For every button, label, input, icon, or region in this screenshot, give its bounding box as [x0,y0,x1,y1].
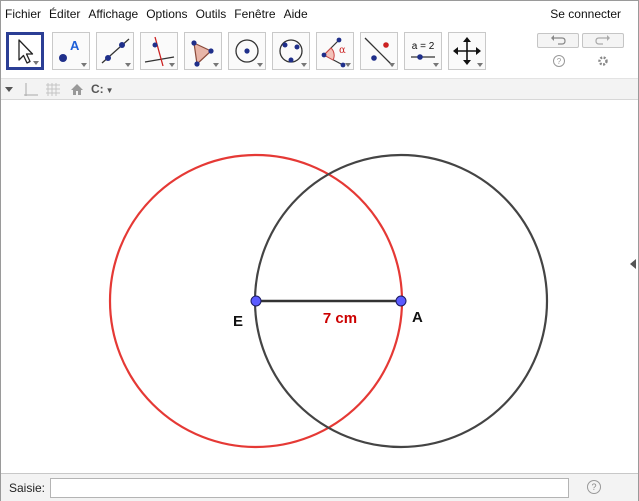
undo-button[interactable] [537,33,579,48]
input-field[interactable] [50,478,569,498]
dropdown-triangle-icon [345,63,351,67]
tool-polygon[interactable] [184,32,222,70]
menu-editer[interactable]: Éditer [45,1,84,28]
tool-circle-three-points[interactable] [272,32,310,70]
menu-aide[interactable]: Aide [280,1,312,28]
chevron-down-icon: ▼ [105,86,114,95]
gear-icon[interactable] [596,54,610,68]
menu-fenetre[interactable]: Fenêtre [230,1,279,28]
tool-slider[interactable]: a = 2 [404,32,442,70]
point-a[interactable] [395,295,407,307]
menu-outils[interactable]: Outils [192,1,231,28]
graphics-canvas[interactable]: E A 7 cm [1,101,638,472]
grid-icon[interactable] [45,82,61,97]
axes-icon[interactable] [23,82,39,97]
tool-reflect[interactable] [360,32,398,70]
tool-angle[interactable]: α [316,32,354,70]
tool-move-graphics[interactable] [448,32,486,70]
dropdown-triangle-icon [213,63,219,67]
dropdown-triangle-icon [433,63,439,67]
input-help-icon[interactable]: ? [587,480,601,494]
dropdown-triangle-icon [257,63,263,67]
input-bar: Saisie: ? [1,473,638,501]
input-label: Saisie: [9,481,46,495]
point-capturing-label: C: [91,82,104,96]
undo-icon [551,35,566,45]
dropdown-triangle-icon [477,63,483,67]
toolbar: A α a = 2 ? [1,28,638,78]
point-tool-label: A [70,38,80,53]
angle-tool-label: α [339,45,346,56]
point-a-label: A [412,309,423,326]
segment-length-label: 7 cm [323,310,357,327]
tool-perpendicular[interactable] [140,32,178,70]
point-capturing-dropdown[interactable]: C: ▼ [91,82,123,97]
tool-point[interactable]: A [52,32,90,70]
tool-move[interactable] [6,32,44,70]
dropdown-triangle-icon [301,63,307,67]
menu-options[interactable]: Options [142,1,191,28]
tool-circle-center[interactable] [228,32,266,70]
point-e[interactable] [250,295,262,307]
point-e-label: E [233,313,243,330]
toggle-side-panel-icon[interactable] [630,259,636,269]
svg-text:?: ? [557,57,562,66]
graphics-style-bar: C: ▼ [1,78,638,100]
menubar: Fichier Éditer Affichage Options Outils … [1,1,638,28]
menu-affichage[interactable]: Affichage [84,1,142,28]
signin-link[interactable]: Se connecter [550,1,621,28]
graphics-view[interactable]: E A 7 cm [1,101,638,472]
redo-icon [595,35,610,45]
tool-line[interactable] [96,32,134,70]
help-icon[interactable]: ? [552,54,566,68]
dropdown-triangle-icon [389,63,395,67]
dropdown-triangle-icon [125,63,131,67]
dropdown-triangle-icon [81,63,87,67]
toggle-style-bar-icon[interactable] [4,82,14,97]
menu-fichier[interactable]: Fichier [1,1,45,28]
redo-button[interactable] [582,33,624,48]
dropdown-triangle-icon [169,63,175,67]
home-icon[interactable] [69,82,85,97]
slider-tool-label: a = 2 [412,41,435,52]
geogebra-window: Fichier Éditer Affichage Options Outils … [0,0,639,501]
dropdown-triangle-icon [33,61,39,65]
